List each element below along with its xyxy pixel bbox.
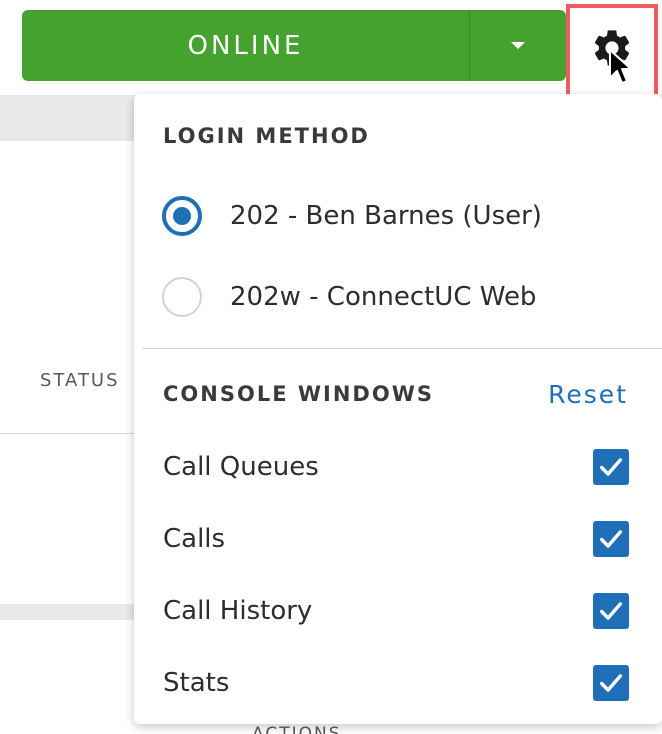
status-dropdown-toggle[interactable] xyxy=(470,10,566,81)
radio-selected-icon[interactable] xyxy=(162,196,202,236)
checkmark-icon xyxy=(599,530,623,548)
console-item-calls[interactable]: Calls xyxy=(163,519,629,559)
radio-unselected-icon[interactable] xyxy=(162,277,202,317)
login-option-label: 202 - Ben Barnes (User) xyxy=(230,201,542,231)
checkbox-checked[interactable] xyxy=(593,521,629,557)
checkbox-checked[interactable] xyxy=(593,449,629,485)
settings-dropdown: LOGIN METHOD 202 - Ben Barnes (User) 202… xyxy=(134,94,662,724)
actions-column-header: ACTIONS xyxy=(252,724,342,734)
console-item-call-history[interactable]: Call History xyxy=(163,591,629,631)
console-item-label: Calls xyxy=(163,524,226,554)
checkbox-checked[interactable] xyxy=(593,665,629,701)
table-section-strip xyxy=(0,604,140,620)
login-option-202w[interactable]: 202w - ConnectUC Web xyxy=(162,275,536,319)
checkbox-checked[interactable] xyxy=(593,593,629,629)
console-item-label: Stats xyxy=(163,668,230,698)
console-item-call-queues[interactable]: Call Queues xyxy=(163,447,629,487)
checkmark-icon xyxy=(599,458,623,476)
login-option-label: 202w - ConnectUC Web xyxy=(230,282,537,312)
table-divider xyxy=(0,433,135,434)
caret-down-icon xyxy=(511,42,525,49)
section-divider xyxy=(142,348,662,349)
login-method-title: LOGIN METHOD xyxy=(163,124,370,148)
checkmark-icon xyxy=(599,674,623,692)
reset-link[interactable]: Reset xyxy=(548,380,628,409)
checkmark-icon xyxy=(599,602,623,620)
console-item-label: Call History xyxy=(163,596,313,626)
status-split-button: ONLINE xyxy=(22,10,566,81)
console-windows-title: CONSOLE WINDOWS xyxy=(163,382,434,406)
login-option-202[interactable]: 202 - Ben Barnes (User) xyxy=(162,194,542,238)
mouse-pointer-icon xyxy=(609,49,632,84)
status-online-button[interactable]: ONLINE xyxy=(22,10,469,81)
console-item-label: Call Queues xyxy=(163,452,319,482)
page: STATUS ACTIONS ONLINE LOGIN METHOD 202 -… xyxy=(0,0,662,734)
console-item-stats[interactable]: Stats xyxy=(163,663,629,703)
status-column-header: STATUS xyxy=(40,370,120,391)
